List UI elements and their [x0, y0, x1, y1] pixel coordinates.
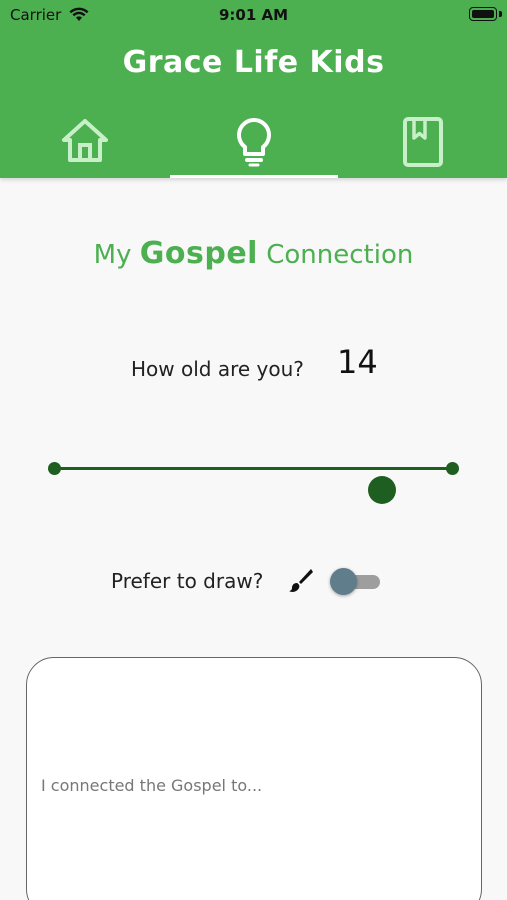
paintbrush-icon: [288, 567, 314, 593]
draw-preference-row: Prefer to draw?: [0, 563, 507, 599]
page-title: My Gospel Connection: [0, 236, 507, 271]
slider-thumb[interactable]: [368, 476, 396, 504]
selected-tab-indicator: [170, 175, 338, 178]
battery-cap: [499, 11, 502, 17]
title-bold-word: Gospel: [139, 236, 258, 271]
age-slider[interactable]: [48, 455, 460, 505]
status-bar: Carrier 9:01 AM: [0, 0, 507, 30]
draw-label: Prefer to draw?: [111, 569, 264, 593]
battery-icon: [469, 7, 497, 21]
age-value: 14: [337, 343, 378, 381]
slider-track: [54, 467, 454, 470]
lightbulb-icon: [234, 116, 274, 178]
status-time: 9:01 AM: [218, 6, 289, 24]
slider-max-dot: [446, 462, 459, 475]
age-label: How old are you?: [131, 357, 304, 381]
bookmark-book-icon: [401, 116, 445, 178]
tab-journal[interactable]: [338, 110, 507, 178]
title-prefix: My: [93, 240, 132, 270]
toggle-knob: [330, 568, 357, 595]
home-icon: [60, 116, 110, 178]
app-header: Carrier 9:01 AM Grace Life Kids: [0, 0, 507, 178]
tab-bar: [0, 110, 507, 178]
draw-toggle[interactable]: [330, 567, 382, 595]
tab-connection[interactable]: [169, 110, 338, 178]
app-title: Grace Life Kids: [122, 45, 385, 80]
gospel-connection-entry-box: [26, 657, 482, 900]
tab-home[interactable]: [0, 110, 169, 178]
age-row: How old are you? 14: [0, 343, 507, 383]
title-suffix: Connection: [266, 240, 414, 270]
gospel-connection-input[interactable]: [41, 776, 461, 816]
slider-min-dot: [48, 462, 61, 475]
